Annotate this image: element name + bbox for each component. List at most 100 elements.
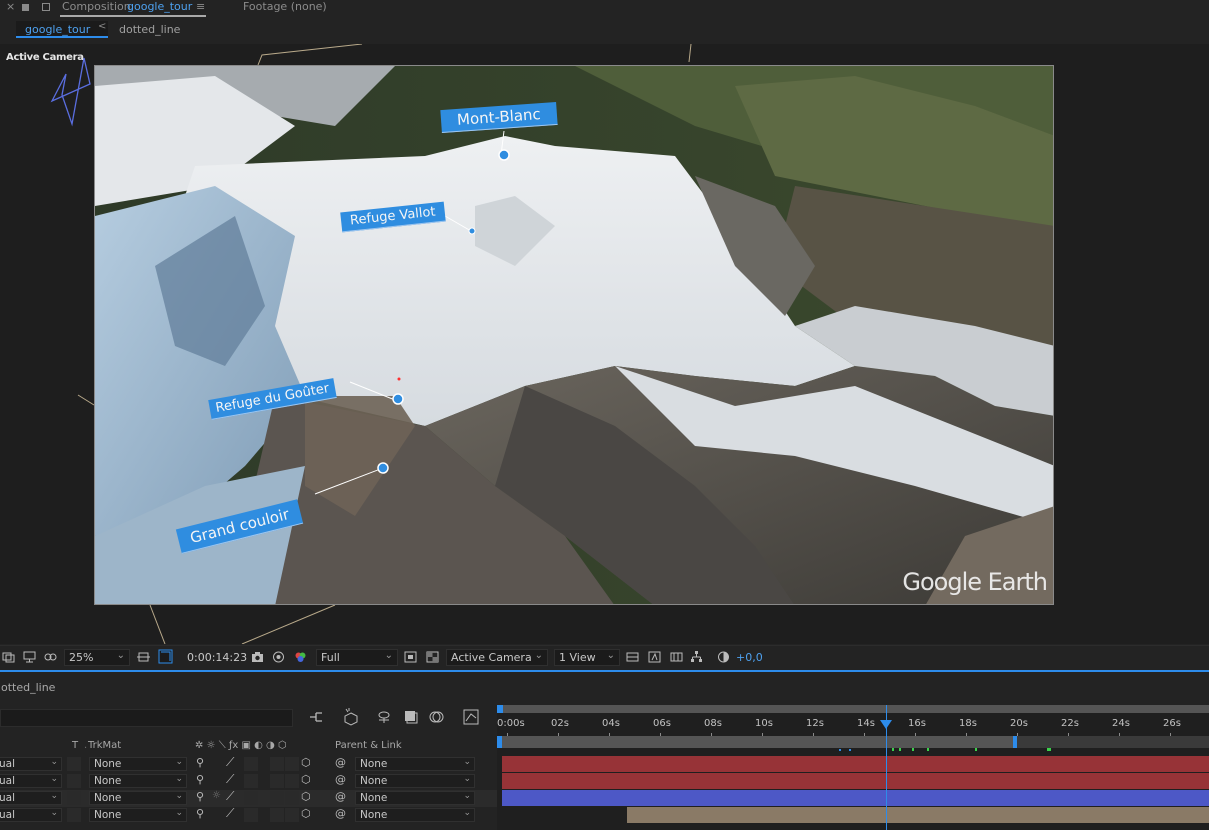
shy-switch-icon[interactable]: ⚲: [196, 756, 204, 769]
parent-dropdown[interactable]: None ⌄: [355, 808, 475, 822]
trkmat-dropdown[interactable]: None ⌄: [89, 757, 187, 771]
renderer-icon[interactable]: [648, 651, 661, 663]
motion-blur-switch[interactable]: [285, 757, 299, 771]
transparency-grid-icon[interactable]: [426, 651, 439, 663]
trkmat-dropdown[interactable]: None ⌄: [89, 791, 187, 805]
time-navigator[interactable]: [497, 705, 1209, 713]
timeline-search-input[interactable]: [0, 709, 293, 727]
layer-duration-bar[interactable]: [502, 773, 1209, 789]
mask-icon[interactable]: [44, 651, 57, 663]
frame-blending-icon[interactable]: [403, 709, 419, 725]
composition-viewer[interactable]: Active Camera Mont-Blanc Refuge Vallot R…: [0, 44, 1209, 644]
pick-whip-icon[interactable]: @: [335, 790, 346, 803]
effects-switch[interactable]: [244, 774, 258, 788]
3d-layer-switch-icon[interactable]: ⬡: [301, 773, 311, 786]
frame-blend-switch[interactable]: [270, 757, 284, 771]
current-time-indicator-head[interactable]: [879, 720, 892, 729]
trkmat-dropdown[interactable]: None ⌄: [89, 808, 187, 822]
camera-snapshot-icon[interactable]: [251, 651, 264, 663]
column-parent-link[interactable]: Parent & Link: [335, 740, 402, 751]
always-preview-icon[interactable]: [2, 651, 15, 663]
3d-layer-switch-icon[interactable]: ⬡: [301, 807, 311, 820]
lock-icon[interactable]: [22, 4, 29, 11]
work-area-start-handle[interactable]: [497, 736, 502, 748]
footage-tab[interactable]: Footage (none): [243, 0, 327, 14]
work-area-bar[interactable]: [497, 736, 1018, 748]
navigator-start-handle[interactable]: [497, 705, 503, 713]
layer-row[interactable]: ual ⌄ None ⌄ ⚲ ⟋ ⬡ @ None ⌄: [0, 806, 497, 824]
parent-dropdown[interactable]: None ⌄: [355, 791, 475, 805]
comp-frame[interactable]: Mont-Blanc Refuge Vallot Refuge du Goûte…: [94, 65, 1054, 605]
view-layout-dropdown[interactable]: 1 View ⌄: [554, 649, 620, 666]
shy-switch-icon[interactable]: ⚲: [196, 807, 204, 820]
graph-editor-icon[interactable]: [463, 709, 479, 725]
panel-menu-icon[interactable]: ≡: [196, 0, 205, 14]
parent-dropdown[interactable]: None ⌄: [355, 774, 475, 788]
fit-icon[interactable]: [137, 651, 150, 663]
comp-name[interactable]: google_tour: [127, 0, 192, 14]
collapse-switch-icon[interactable]: ☼: [212, 790, 221, 801]
shy-switch-icon[interactable]: ⚲: [196, 773, 204, 786]
time-ruler-area[interactable]: 0:00s 02s 04s 06s 08s 10s 12s 14s 16s 18s 20s 22s 24…: [497, 705, 1209, 830]
motion-blur-switch[interactable]: [285, 808, 299, 822]
layer-row[interactable]: ual ⌄ None ⌄ ⚲ ☼ ⟋ ⬡ @ None ⌄: [0, 789, 497, 807]
effects-switch[interactable]: [244, 808, 258, 822]
blend-mode-dropdown[interactable]: ual ⌄: [0, 774, 62, 788]
motion-blur-switch[interactable]: [285, 791, 299, 805]
layer-row[interactable]: ual ⌄ None ⌄ ⚲ ⟋ ⬡ @ None ⌄: [0, 772, 497, 790]
preserve-transparency-toggle[interactable]: [67, 757, 81, 771]
column-trkmat[interactable]: TrkMat: [88, 740, 121, 751]
timeline-icon[interactable]: [670, 651, 683, 663]
shy-layers-icon[interactable]: [376, 709, 392, 725]
fast-previews-icon[interactable]: [404, 651, 417, 663]
3d-layer-switch-icon[interactable]: ⬡: [301, 756, 311, 769]
tab-google-tour[interactable]: google_tour: [16, 21, 108, 38]
camera-view-dropdown[interactable]: Active Camera ⌄: [446, 649, 548, 666]
frame-blend-switch[interactable]: [270, 791, 284, 805]
frame-blend-switch[interactable]: [270, 774, 284, 788]
flowchart-icon[interactable]: [690, 651, 703, 663]
blend-mode-dropdown[interactable]: ual ⌄: [0, 757, 62, 771]
quality-switch-icon[interactable]: ⟋: [226, 772, 234, 787]
pick-whip-icon[interactable]: @: [335, 807, 346, 820]
pick-whip-icon[interactable]: @: [335, 756, 346, 769]
effects-switch[interactable]: [244, 757, 258, 771]
comp-flowchart-icon[interactable]: [308, 709, 324, 725]
tab-dotted-line[interactable]: dotted_line: [119, 23, 180, 36]
frame-blend-switch[interactable]: [270, 808, 284, 822]
preserve-transparency-toggle[interactable]: [67, 808, 81, 822]
column-t[interactable]: T: [72, 740, 78, 751]
draft-3d-icon[interactable]: [342, 708, 360, 726]
exposure-value[interactable]: +0,0: [736, 651, 763, 664]
pick-whip-icon[interactable]: @: [335, 773, 346, 786]
monitor-icon[interactable]: [23, 651, 36, 663]
shy-switch-icon[interactable]: ⚲: [196, 790, 204, 803]
timeline-tab[interactable]: dotted_line: [0, 681, 55, 694]
blend-mode-dropdown[interactable]: ual ⌄: [0, 808, 62, 822]
layer-duration-bar[interactable]: [502, 790, 1209, 806]
layer-duration-bar[interactable]: [502, 756, 1209, 772]
resolution-dropdown[interactable]: Full ⌄: [316, 649, 398, 666]
layer-duration-bar[interactable]: [627, 807, 1209, 823]
close-panel-icon[interactable]: ×: [6, 0, 15, 14]
trkmat-dropdown[interactable]: None ⌄: [89, 774, 187, 788]
motion-blur-switch[interactable]: [285, 774, 299, 788]
pixel-aspect-icon[interactable]: [626, 651, 639, 663]
reset-exposure-icon[interactable]: [717, 651, 730, 663]
quality-switch-icon[interactable]: ⟋: [226, 806, 234, 821]
preserve-transparency-toggle[interactable]: [67, 791, 81, 805]
3d-layer-switch-icon[interactable]: ⬡: [301, 790, 311, 803]
layer-row[interactable]: ual ⌄ None ⌄ ⚲ ⟋ ⬡ @ None ⌄: [0, 755, 497, 773]
blend-mode-dropdown[interactable]: ual ⌄: [0, 791, 62, 805]
quality-switch-icon[interactable]: ⟋: [226, 789, 234, 804]
zoom-dropdown[interactable]: 25% ⌄: [64, 649, 130, 666]
effects-switch[interactable]: [244, 791, 258, 805]
chevron-left-icon[interactable]: <: [98, 21, 106, 32]
preserve-transparency-toggle[interactable]: [67, 774, 81, 788]
current-timecode[interactable]: 0:00:14:23: [187, 651, 247, 664]
quality-switch-icon[interactable]: ⟋: [226, 755, 234, 770]
parent-dropdown[interactable]: None ⌄: [355, 757, 475, 771]
motion-blur-icon[interactable]: [429, 709, 445, 725]
color-channels-icon[interactable]: [294, 651, 307, 663]
region-of-interest-icon[interactable]: [158, 649, 173, 664]
